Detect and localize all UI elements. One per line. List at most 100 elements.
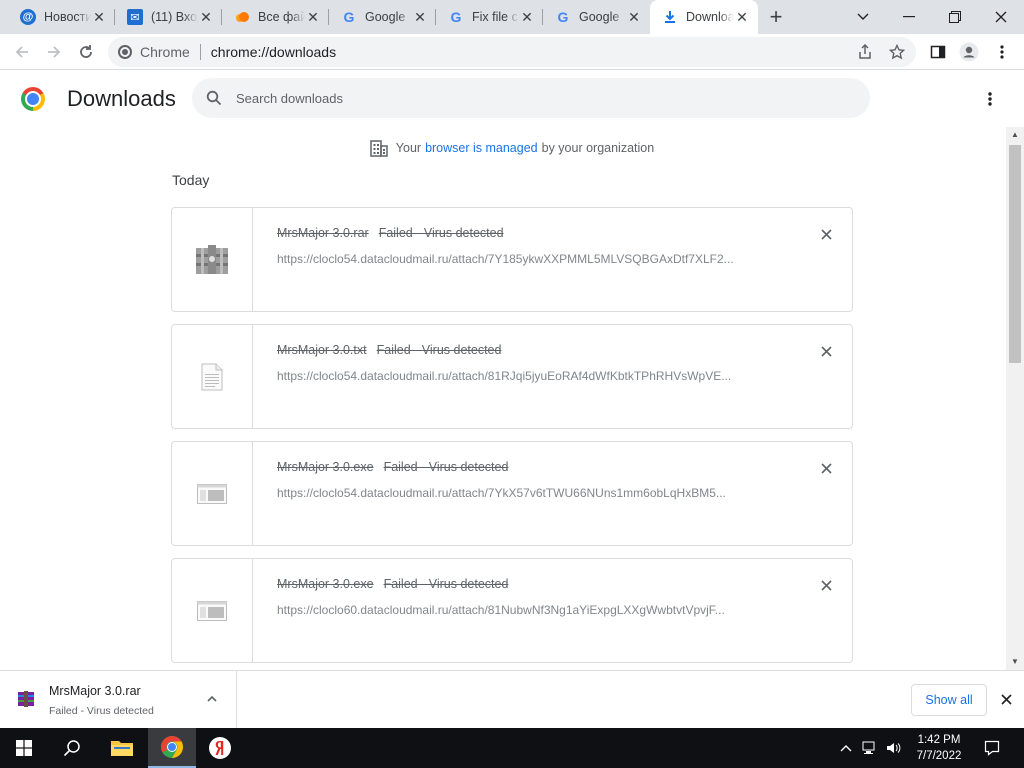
file-name-text: MrsMajor 3.0.exe xyxy=(277,460,374,474)
back-button[interactable] xyxy=(8,38,36,66)
file-icon-cell xyxy=(172,442,253,545)
yandex-icon xyxy=(209,737,231,759)
file-name[interactable]: MrsMajor 3.0.txt Failed - Virus detected xyxy=(277,343,501,357)
start-button[interactable] xyxy=(0,728,48,768)
google-icon: G xyxy=(557,9,569,25)
tab-fix-file[interactable]: G Fix file c ✕ xyxy=(436,0,543,34)
windows-logo-icon xyxy=(16,740,32,756)
download-url[interactable]: https://cloclo54.datacloudmail.ru/attach… xyxy=(277,486,777,500)
file-name-text: MrsMajor 3.0.txt xyxy=(277,343,367,357)
remove-item-button[interactable] xyxy=(818,460,834,476)
chrome-menu-icon[interactable] xyxy=(990,40,1014,64)
shelf-file-status: Failed - Virus detected xyxy=(49,705,154,717)
executable-icon xyxy=(197,600,227,621)
forward-button[interactable] xyxy=(40,38,68,66)
close-tab-icon[interactable]: ✕ xyxy=(519,9,535,25)
download-item: MrsMajor 3.0.exe Failed - Virus detected … xyxy=(171,558,853,663)
file-icon-cell xyxy=(172,325,253,428)
download-status: Failed - Virus detected xyxy=(383,460,509,474)
close-window-button[interactable] xyxy=(978,0,1024,34)
network-icon[interactable] xyxy=(862,740,878,756)
search-bar[interactable] xyxy=(192,78,870,118)
minimize-button[interactable] xyxy=(886,0,932,34)
share-icon[interactable] xyxy=(856,43,874,61)
managed-notice: Your browser is managed by your organiza… xyxy=(0,139,1024,157)
omnibox-divider xyxy=(199,44,201,60)
file-name[interactable]: MrsMajor 3.0.exe Failed - Virus detected xyxy=(277,577,508,591)
tab-novosti[interactable]: @ Новости ✕ xyxy=(8,0,115,34)
download-url[interactable]: https://cloclo60.datacloudmail.ru/attach… xyxy=(277,603,777,617)
file-explorer-button[interactable] xyxy=(98,728,146,768)
executable-icon xyxy=(197,483,227,504)
reload-button[interactable] xyxy=(72,38,100,66)
close-tab-icon[interactable]: ✕ xyxy=(734,9,750,25)
new-tab-button[interactable]: + xyxy=(764,4,788,29)
browser-managed-link[interactable]: browser is managed xyxy=(425,141,538,155)
close-tab-icon[interactable]: ✕ xyxy=(412,9,428,25)
system-clock[interactable]: 1:42 PM 7/7/2022 xyxy=(912,732,966,764)
file-name[interactable]: MrsMajor 3.0.exe Failed - Virus detected xyxy=(277,460,508,474)
side-panel-icon[interactable] xyxy=(926,40,950,64)
download-status: Failed - Virus detected xyxy=(383,577,509,591)
date-section-label: Today xyxy=(172,172,210,188)
google-icon: G xyxy=(450,9,462,25)
scroll-up-arrow-icon[interactable]: ▲ xyxy=(1010,130,1020,140)
yandex-browser-button[interactable] xyxy=(196,728,244,768)
windows-taskbar: 1:42 PM 7/7/2022 xyxy=(0,728,1024,768)
page-scrollbar[interactable]: ▲ ▼ xyxy=(1006,127,1024,670)
close-tab-icon[interactable]: ✕ xyxy=(626,9,642,25)
notifications-icon[interactable] xyxy=(984,740,1000,756)
close-tab-icon[interactable]: ✕ xyxy=(305,9,321,25)
tab-title: Downloads xyxy=(686,10,734,24)
mail-ru-icon: @ xyxy=(20,9,36,25)
address-bar[interactable]: Chrome chrome://downloads xyxy=(108,37,916,67)
clock-time: 1:42 PM xyxy=(917,734,961,746)
search-downloads-input[interactable] xyxy=(236,90,796,106)
bookmark-star-icon[interactable] xyxy=(888,43,906,61)
shelf-file-name: MrsMajor 3.0.rar xyxy=(49,684,141,698)
tab-google-1[interactable]: G Google ✕ xyxy=(329,0,436,34)
show-all-button[interactable]: Show all xyxy=(911,684,987,716)
folder-icon xyxy=(111,741,133,756)
tab-title: Все файлы xyxy=(258,10,305,24)
search-icon xyxy=(63,740,80,757)
tab-title: (11) Входящие xyxy=(151,10,198,24)
tab-inbox[interactable]: ✉ (11) Входящие ✕ xyxy=(115,0,222,34)
url-text[interactable]: chrome://downloads xyxy=(211,44,336,60)
tab-downloads[interactable]: Downloads ✕ xyxy=(650,0,758,34)
scroll-down-arrow-icon[interactable]: ▼ xyxy=(1010,657,1020,667)
profile-avatar-icon[interactable] xyxy=(957,40,981,64)
managed-suffix: by your organization xyxy=(541,141,655,155)
remove-item-button[interactable] xyxy=(818,343,834,359)
file-icon-cell xyxy=(172,208,253,311)
download-url[interactable]: https://cloclo54.datacloudmail.ru/attach… xyxy=(277,369,777,383)
tab-search-button[interactable] xyxy=(840,0,886,34)
file-name[interactable]: MrsMajor 3.0.rar Failed - Virus detected xyxy=(277,226,504,240)
downloads-menu-icon[interactable] xyxy=(978,87,1002,111)
volume-icon[interactable] xyxy=(886,740,902,756)
site-info[interactable]: Chrome xyxy=(118,44,190,60)
download-status: Failed - Virus detected xyxy=(376,343,502,357)
download-status: Failed - Virus detected xyxy=(378,226,504,240)
chevron-up-icon[interactable] xyxy=(204,691,220,707)
close-tab-icon[interactable]: ✕ xyxy=(91,9,107,25)
scrollbar-thumb[interactable] xyxy=(1009,145,1021,363)
tab-title: Новости xyxy=(44,10,91,24)
remove-item-button[interactable] xyxy=(818,226,834,242)
tab-title: Google xyxy=(365,10,406,24)
taskbar-search-button[interactable] xyxy=(48,728,96,768)
download-url[interactable]: https://cloclo54.datacloudmail.ru/attach… xyxy=(277,252,777,266)
tab-all-files[interactable]: Все файлы ✕ xyxy=(222,0,329,34)
google-icon: G xyxy=(343,9,355,25)
shelf-download-item[interactable]: MrsMajor 3.0.rar Failed - Virus detected xyxy=(0,671,237,728)
show-hidden-icons-icon[interactable] xyxy=(838,740,854,756)
close-shelf-icon[interactable] xyxy=(997,690,1015,708)
chrome-logo-icon xyxy=(21,87,45,111)
download-shelf: MrsMajor 3.0.rar Failed - Virus detected… xyxy=(0,670,1024,728)
close-tab-icon[interactable]: ✕ xyxy=(198,9,214,25)
tab-google-2[interactable]: G Google ✕ xyxy=(543,0,650,34)
remove-item-button[interactable] xyxy=(818,577,834,593)
restore-button[interactable] xyxy=(932,0,978,34)
chrome-icon xyxy=(161,736,183,758)
chrome-taskbar-button[interactable] xyxy=(148,728,196,768)
